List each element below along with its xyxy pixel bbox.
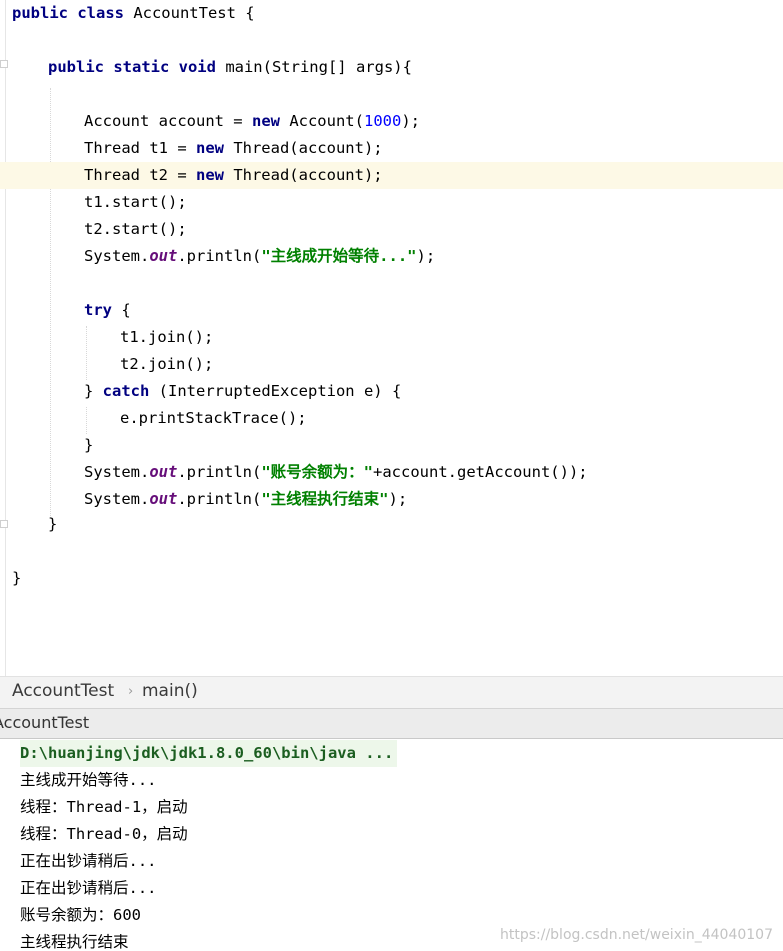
code-line[interactable]: } catch (InterruptedException e) { <box>0 378 783 405</box>
code-line[interactable]: try { <box>0 297 783 324</box>
code-line[interactable]: } <box>0 432 783 459</box>
run-console[interactable]: D:\huanjing\jdk\jdk1.8.0_60\bin\java ...… <box>0 739 783 951</box>
keyword: public class <box>12 4 124 22</box>
code-text: .println( <box>177 463 262 481</box>
code-text: Account account = <box>84 112 252 130</box>
code-line[interactable]: System.out.println("主线程执行结束"); <box>0 486 783 513</box>
static-field: out <box>149 490 178 508</box>
breadcrumb: AccountTest › main() <box>0 676 783 708</box>
code-text: Account( <box>279 112 364 130</box>
code-text: } <box>48 515 58 533</box>
number-literal: 1000 <box>363 112 402 130</box>
code-text: { <box>112 301 131 319</box>
code-text: ); <box>401 112 420 130</box>
keyword: new <box>195 139 224 157</box>
code-text: AccountTest { <box>123 4 255 22</box>
console-command-line[interactable]: D:\huanjing\jdk\jdk1.8.0_60\bin\java ... <box>20 740 398 767</box>
console-output-line: 主线成开始等待... <box>20 771 157 789</box>
run-tab-accounttest[interactable]: AccountTest <box>0 713 89 732</box>
code-line[interactable]: t1.join(); <box>0 324 783 351</box>
code-line[interactable]: public static void main(String[] args){ <box>0 54 783 81</box>
code-text: } <box>12 569 22 587</box>
breadcrumb-class[interactable]: AccountTest <box>12 681 114 701</box>
code-text: .println( <box>177 247 262 265</box>
console-output-line: 主线程执行结束 <box>20 933 129 951</box>
keyword: new <box>195 166 224 184</box>
code-text: +account.getAccount()); <box>373 463 588 481</box>
console-output-line: 正在出钞请稍后... <box>20 852 157 870</box>
code-line[interactable]: t1.start(); <box>0 189 783 216</box>
code-text: Thread t2 = <box>84 166 196 184</box>
code-text: } <box>84 382 103 400</box>
code-text: e.printStackTrace(); <box>120 409 307 427</box>
code-text: } <box>84 436 94 454</box>
code-text: (InterruptedException e) { <box>149 382 402 400</box>
code-editor[interactable]: public class AccountTest { public static… <box>0 0 783 676</box>
static-field: out <box>149 247 178 265</box>
string-literal: "账号余额为：" <box>261 463 373 481</box>
code-text: t2.start(); <box>84 220 187 238</box>
console-output-line: 线程：Thread-0，启动 <box>20 825 188 843</box>
string-literal: "主线成开始等待..." <box>261 247 417 265</box>
code-line[interactable]: public class AccountTest { <box>0 0 783 27</box>
keyword: catch <box>102 382 150 400</box>
code-text: ); <box>416 247 436 265</box>
console-output-line: 正在出钞请稍后... <box>20 879 157 897</box>
code-text: Thread(account); <box>223 139 383 157</box>
code-text: System. <box>84 247 150 265</box>
code-line-current[interactable]: Thread t2 = new Thread(account); <box>0 162 783 189</box>
static-field: out <box>149 463 178 481</box>
code-line[interactable]: e.printStackTrace(); <box>0 405 783 432</box>
code-line[interactable]: } <box>0 511 783 538</box>
code-text: main(String[] args){ <box>215 58 412 76</box>
code-text: t1.join(); <box>120 328 214 346</box>
watermark: https://blog.csdn.net/weixin_44040107 <box>499 927 773 943</box>
keyword: public static void <box>48 58 216 76</box>
code-text: t2.join(); <box>120 355 214 373</box>
code-line[interactable]: Account account = new Account(1000); <box>0 108 783 135</box>
code-line[interactable]: System.out.println("主线成开始等待..."); <box>0 243 783 270</box>
code-line[interactable]: } <box>0 565 783 592</box>
string-literal: "主线程执行结束" <box>261 490 389 508</box>
chevron-right-icon: › <box>128 684 134 699</box>
code-text: t1.start(); <box>84 193 187 211</box>
code-text: Thread(account); <box>223 166 383 184</box>
breadcrumb-method[interactable]: main() <box>142 681 198 701</box>
code-line[interactable]: System.out.println("账号余额为："+account.getA… <box>0 459 783 486</box>
code-text: Thread t1 = <box>84 139 196 157</box>
code-text: ); <box>388 490 408 508</box>
code-text: .println( <box>177 490 262 508</box>
code-line[interactable]: t2.start(); <box>0 216 783 243</box>
keyword: try <box>84 301 112 319</box>
code-text: System. <box>84 463 150 481</box>
code-line[interactable]: Thread t1 = new Thread(account); <box>0 135 783 162</box>
console-output-line: 线程：Thread-1，启动 <box>20 798 188 816</box>
code-text: System. <box>84 490 150 508</box>
run-tool-window-header: AccountTest <box>0 708 783 739</box>
console-output-line: 账号余额为：600 <box>20 906 141 924</box>
code-line[interactable]: t2.join(); <box>0 351 783 378</box>
keyword: new <box>251 112 280 130</box>
